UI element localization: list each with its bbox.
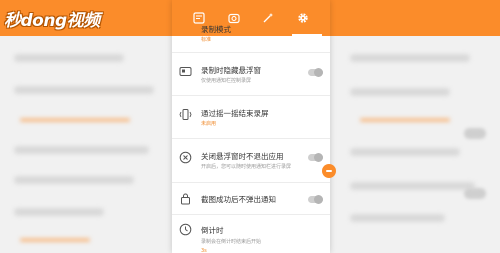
video-icon [179,65,192,78]
settings-panel: 录制模式 标准 录制时隐藏悬浮窗 仅使用通知栏控制录屏 通过摇一摇结束录屏 未启… [172,0,330,253]
setting-title: 通过摇一摇结束录屏 [201,109,269,118]
setting-title: 录制模式 [201,25,231,34]
setting-no-screenshot-notify[interactable]: 截图成功后不弹出通知 [172,183,330,215]
setting-subtitle: 未启用 [201,121,217,127]
timer-icon [179,223,192,236]
bg-blur-line [350,54,470,62]
bg-blur-line [14,86,154,94]
setting-hide-float-window[interactable]: 录制时隐藏悬浮窗 仅使用通知栏控制录屏 [172,53,330,96]
bg-blur-line [350,88,450,96]
bg-blur-line [20,118,130,122]
setting-close-float-keep-app[interactable]: 关闭悬浮窗时不退出应用 开启后，您可以随时使用通知栏进行录屏 [172,139,330,183]
setting-shake-stop[interactable]: 通过摇一摇结束录屏 未启用 [172,96,330,139]
bg-blur-line [14,54,124,62]
gear-icon [298,13,308,23]
lock-icon [179,192,192,205]
bg-blur-line [14,146,149,154]
bg-blur-line [350,148,460,156]
setting-title: 截图成功后不弹出通知 [201,195,276,204]
setting-countdown[interactable]: 倒计时 录制会在倒计时结束后开始 3s [172,215,330,253]
bg-blur-line [350,182,475,190]
bg-blur-toggle [464,188,486,199]
bg-blur-line [350,214,445,222]
list-icon [193,12,205,24]
countdown-value: 3s [201,248,207,253]
bg-blur-toggle [464,128,486,139]
setting-subtitle: 标准 [201,37,212,43]
bg-blur-line [360,118,450,122]
setting-title: 录制时隐藏悬浮窗 [201,66,261,75]
setting-subtitle: 仅使用通知栏控制录屏 [201,78,252,84]
setting-record-mode[interactable]: 录制模式 标准 [172,25,330,53]
setting-title: 倒计时 [201,226,224,235]
floating-ball-handle[interactable] [322,164,336,178]
bg-blur-line [20,238,90,242]
setting-title: 关闭悬浮窗时不退出应用 [201,152,284,161]
setting-subtitle: 开启后，您可以随时使用通知栏进行录屏 [201,164,292,170]
close-circle-icon [179,151,192,164]
setting-subtitle: 录制会在倒计时结束后开始 [201,239,262,245]
camera-icon [228,13,240,24]
magic-icon [263,13,274,23]
close-float-toggle[interactable] [308,153,323,162]
shake-phone-icon [179,108,192,121]
bg-blur-line [14,176,134,184]
bg-blur-line [14,208,104,216]
hide-float-toggle[interactable] [308,68,323,77]
no-notify-toggle[interactable] [308,195,323,204]
video-watermark: 秒dong视频 [4,11,100,31]
